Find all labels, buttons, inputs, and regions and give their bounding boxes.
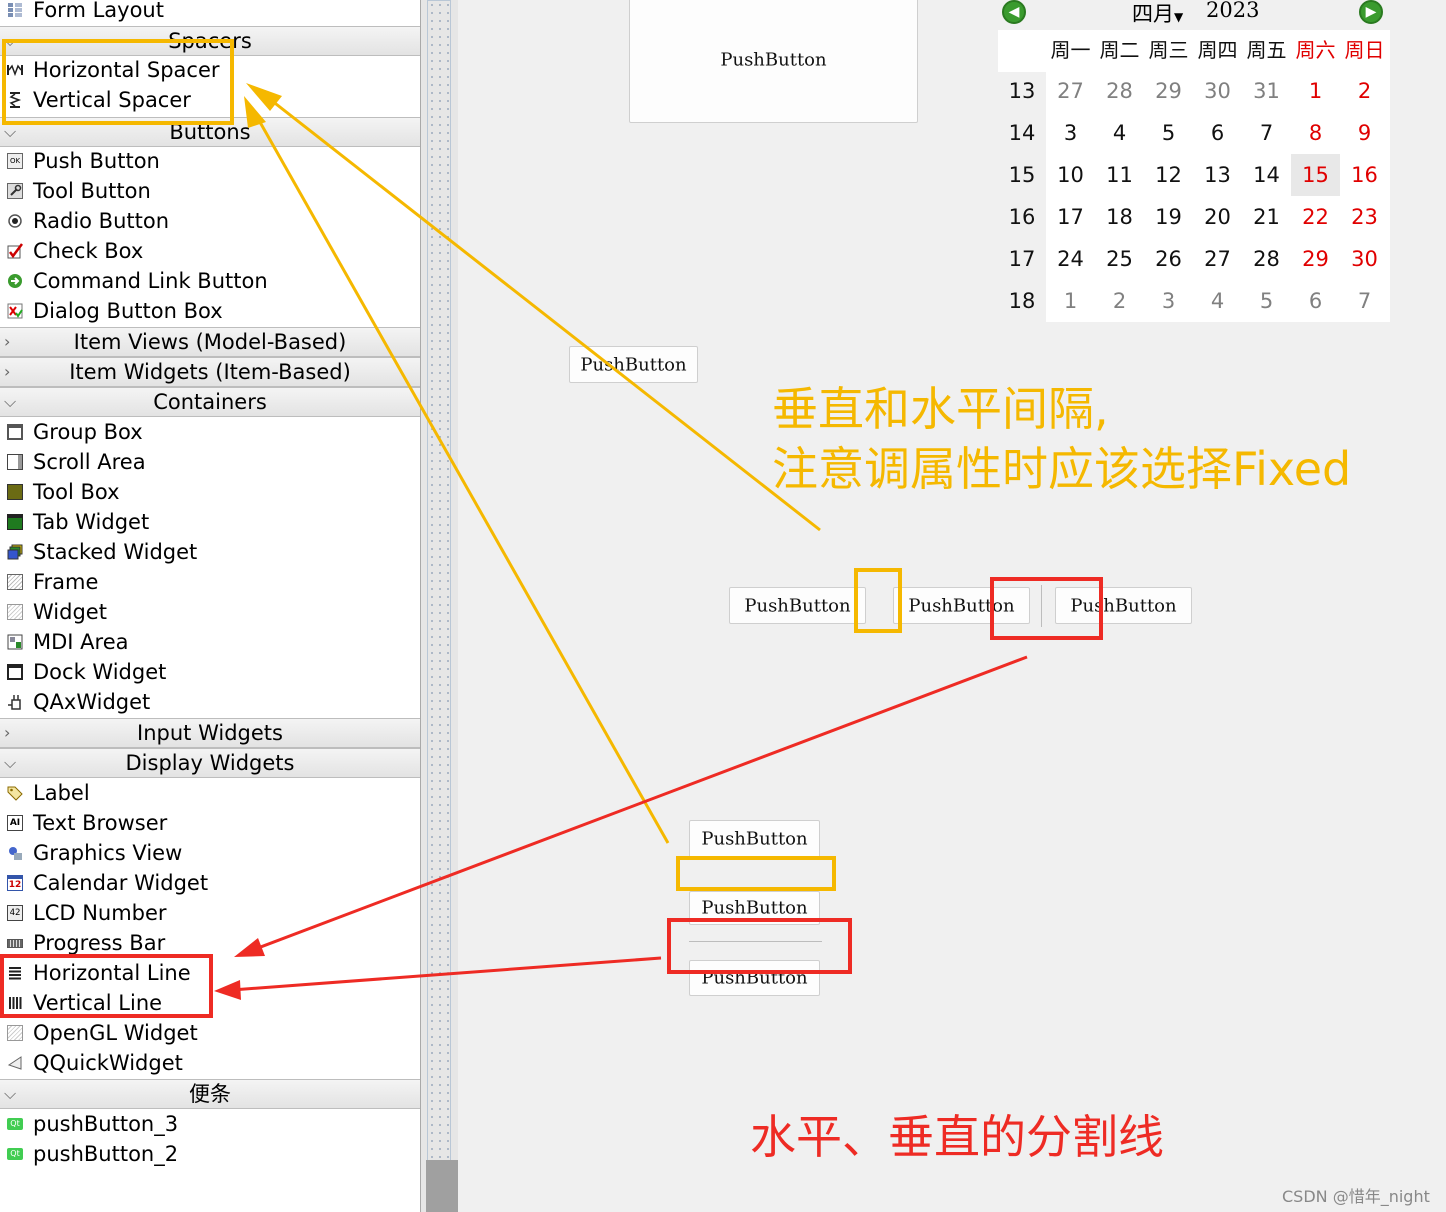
arrow-line-red-2 — [231, 956, 662, 992]
highlight-box-spacers — [2, 39, 234, 125]
highlight-box-vertical-line — [990, 577, 1103, 640]
arrow-line-red-1 — [249, 655, 1028, 953]
highlight-box-vertical-spacer — [676, 856, 836, 891]
annotation-overlay — [0, 39, 1103, 1018]
arrow-head-red-1 — [234, 938, 265, 957]
arrow-line-orange-2 — [250, 107, 670, 844]
arrow-line-orange-1 — [261, 91, 821, 532]
highlight-box-horizontal-line — [667, 918, 852, 974]
highlight-box-horizontal-spacer — [854, 568, 902, 633]
arrow-head-red-2 — [214, 980, 241, 1000]
highlight-box-lines — [0, 954, 213, 1018]
